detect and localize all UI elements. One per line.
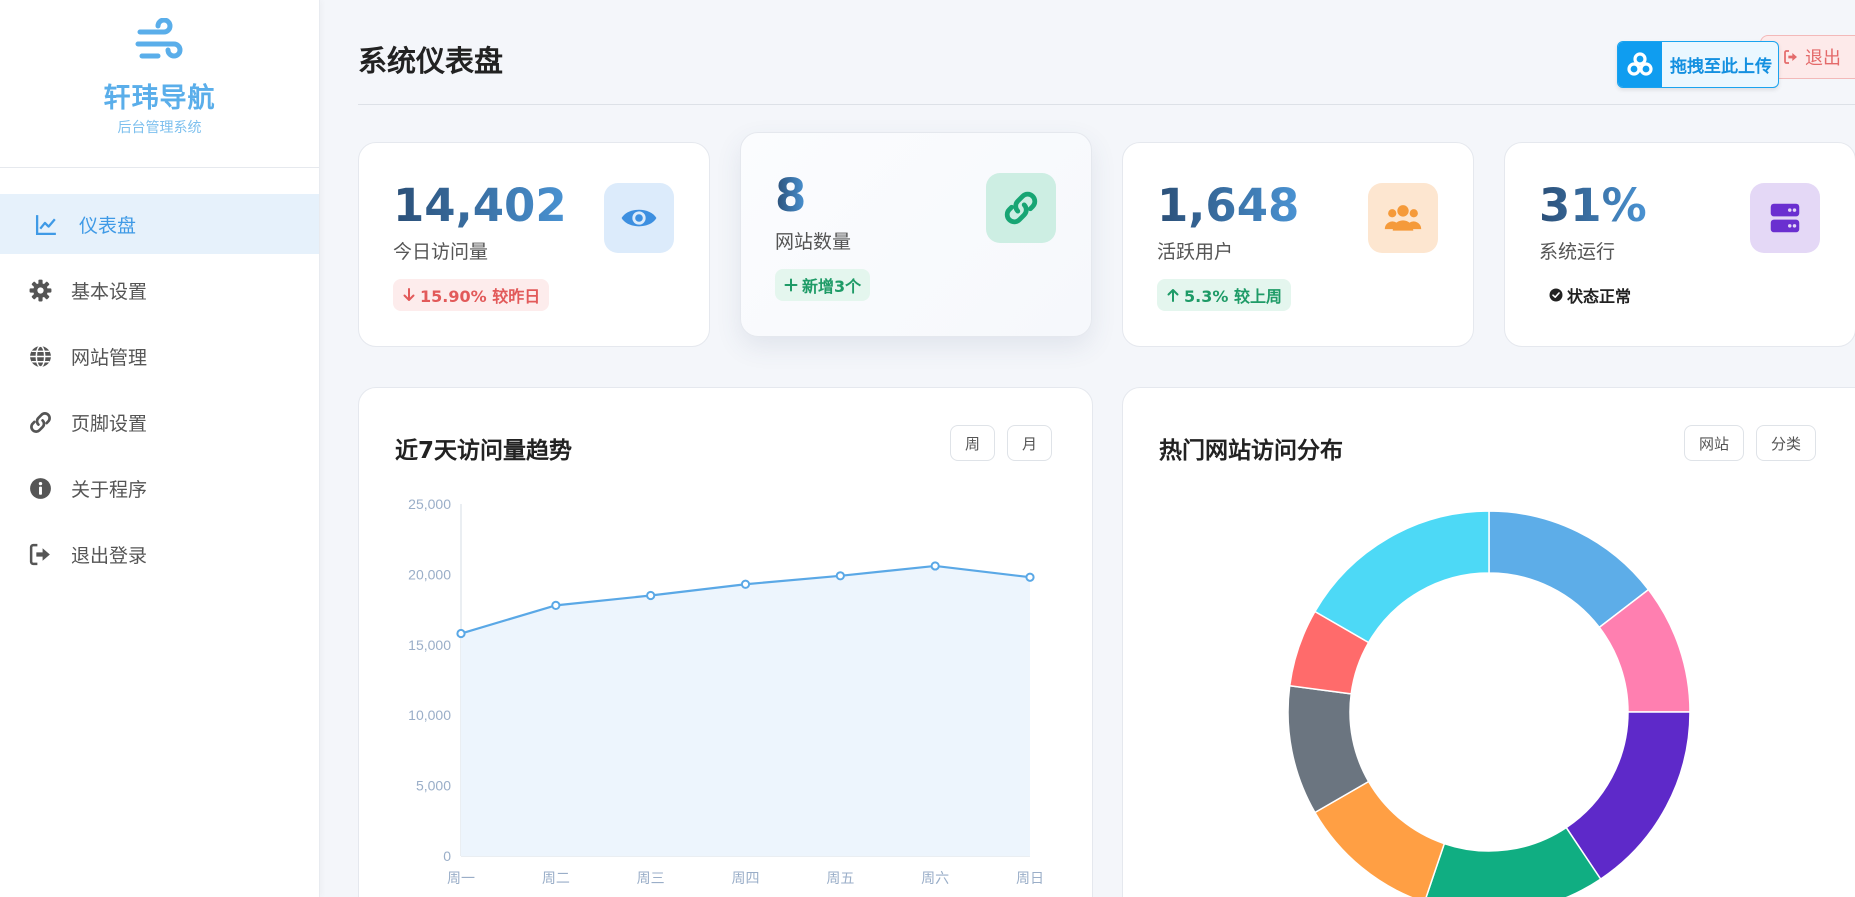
site-distribution-chart [1287, 510, 1691, 897]
sign-out-icon [29, 543, 50, 565]
x-tick-label: 周二 [542, 870, 570, 886]
sidebar-item-site-management[interactable]: 网站管理 [0, 326, 319, 386]
site-distribution-panel: 热门网站访问分布 网站 分类 [1122, 387, 1855, 897]
sidebar-item-label: 仪表盘 [79, 214, 137, 237]
sign-out-icon [1784, 50, 1797, 64]
wind-logo-icon [135, 18, 182, 59]
data-point[interactable] [1025, 572, 1035, 582]
y-tick-label: 10,000 [408, 707, 451, 723]
stat-status-text: 状态正常 [1567, 287, 1632, 306]
stat-value: 1,648 [1157, 179, 1300, 232]
y-tick-label: 25,000 [408, 496, 451, 512]
x-tick-label: 周四 [732, 870, 760, 886]
brand-subtitle: 后台管理系统 [117, 120, 202, 136]
stat-card-active-users: 1,648 活跃用户 5.3% 较上周 [1122, 142, 1474, 347]
data-point[interactable] [835, 571, 845, 581]
x-tick-label: 周五 [826, 870, 854, 886]
y-tick-label: 20,000 [408, 566, 451, 582]
check-circle-icon [1549, 288, 1563, 302]
y-tick-label: 15,000 [408, 637, 451, 653]
eye-icon [621, 209, 657, 227]
brand-name: 轩玮导航 [103, 83, 216, 114]
sidebar-item-label: 网站管理 [71, 346, 148, 369]
gear-icon [29, 279, 52, 301]
stat-icon-box [986, 173, 1056, 243]
y-tick-label: 0 [443, 848, 451, 864]
stat-status-badge: 状态正常 [1539, 279, 1640, 311]
stat-value: 31% [1539, 179, 1647, 232]
stat-trend-text: 5.3% 较上周 [1184, 287, 1282, 306]
brand: 轩玮导航 后台管理系统 [0, 0, 319, 168]
sidebar-item-label: 关于程序 [71, 478, 148, 501]
stat-icon-box [1368, 183, 1438, 253]
stat-label: 活跃用户 [1157, 241, 1234, 263]
stat-card-system: 31% 系统运行 状态正常 [1504, 142, 1855, 347]
sidebar-item-dashboard[interactable]: 仪表盘 [0, 194, 319, 254]
logout-label: 退出 [1805, 48, 1841, 69]
stat-trend-badge: 新增3个 [775, 269, 871, 301]
data-point[interactable] [646, 590, 656, 601]
data-point[interactable] [740, 579, 751, 589]
upload-logo [1618, 42, 1662, 87]
visit-trend-panel: 近7天访问量趋势 周 月 0 5,000 10,000 15,000 20,000 25,… [358, 387, 1093, 897]
link-icon [30, 411, 51, 433]
stat-card-sites: 8 网站数量 新增3个 [740, 132, 1092, 337]
sidebar-item-logout[interactable]: 退出登录 [0, 524, 319, 584]
stat-value: 8 [775, 169, 807, 222]
x-tick-label: 周三 [637, 870, 665, 886]
sidebar-item-label: 页脚设置 [71, 412, 148, 435]
arrow-up-icon [1167, 289, 1179, 302]
cloud-upload-icon [1627, 51, 1653, 76]
data-point[interactable] [930, 561, 940, 571]
stat-label: 系统运行 [1539, 241, 1616, 263]
sidebar-item-basic-settings[interactable]: 基本设置 [0, 260, 319, 320]
stat-label: 网站数量 [775, 231, 852, 253]
stat-value: 14,402 [393, 179, 567, 232]
server-icon [1770, 203, 1800, 233]
x-tick-label: 周一 [447, 870, 475, 886]
donut-slice[interactable] [1313, 510, 1490, 644]
sidebar-item-label: 退出登录 [71, 544, 148, 567]
stat-trend-badge: 5.3% 较上周 [1157, 279, 1291, 311]
plus-icon [784, 278, 798, 292]
upload-label: 拖拽至此上传 [1670, 57, 1772, 77]
link-icon [1004, 191, 1038, 225]
page-title: 系统仪表盘 [358, 44, 504, 78]
stat-icon-box [604, 183, 674, 253]
sidebar-item-label: 基本设置 [71, 280, 148, 303]
header-divider [358, 104, 1855, 105]
y-tick-label: 5,000 [416, 778, 451, 794]
stat-trend-text: 15.90% 较昨日 [420, 287, 541, 306]
stat-icon-box [1750, 183, 1820, 253]
main-content: 系统仪表盘 退出 拖拽至此上传 14,402 今日访问量 15.90% 较昨日 … [320, 0, 1855, 897]
x-tick-label: 周六 [921, 870, 949, 886]
visit-trend-chart: 0 5,000 10,000 15,000 20,000 25,000 周一 周二 周三 周四 周五… [408, 496, 1044, 886]
users-icon [1384, 205, 1422, 231]
stat-label: 今日访问量 [393, 241, 489, 263]
data-point[interactable] [456, 628, 466, 639]
chart-line-icon [35, 214, 56, 235]
globe-icon [30, 344, 51, 368]
sidebar-nav: 仪表盘 基本设置 网站管理 页脚设置 关于程序 退出登录 [0, 194, 319, 584]
stat-trend-badge: 15.90% 较昨日 [393, 279, 550, 311]
stat-trend-text: 新增3个 [802, 277, 862, 296]
data-point[interactable] [551, 600, 561, 610]
trend-area [461, 565, 1030, 856]
stat-card-visits: 14,402 今日访问量 15.90% 较昨日 [358, 142, 710, 347]
upload-drop-button[interactable]: 拖拽至此上传 [1617, 41, 1779, 88]
sidebar: 轩玮导航 后台管理系统 仪表盘 基本设置 网站管理 页脚设置 关于程序 退出登录 [0, 0, 320, 897]
info-icon [30, 477, 51, 499]
x-tick-label: 周日 [1016, 870, 1044, 886]
sidebar-item-footer-settings[interactable]: 页脚设置 [0, 392, 319, 452]
sidebar-item-about[interactable]: 关于程序 [0, 458, 319, 518]
arrow-down-icon [403, 288, 415, 301]
